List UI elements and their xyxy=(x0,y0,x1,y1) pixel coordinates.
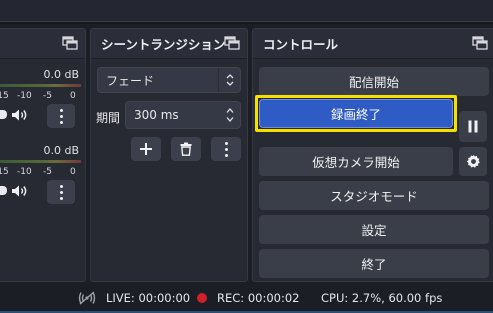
more-icon xyxy=(224,140,228,158)
status-bar: LIVE: 00:00:00 REC: 00:00:02 CPU: 2.7%, … xyxy=(0,284,493,313)
live-timer: LIVE: 00:00:00 xyxy=(106,291,191,305)
tick-label: 0 xyxy=(70,167,76,177)
tick-label: -5 xyxy=(43,167,52,177)
audio-mixer-dock: 0.0 dB -15 -10 -5 0 0.0 dB -15 -10 -5 0 xyxy=(0,28,86,282)
controls-title: コントロール xyxy=(253,29,493,59)
undock-icon[interactable] xyxy=(472,36,488,50)
duration-spinbox[interactable]: 300 ms xyxy=(125,101,241,129)
recording-dot-icon xyxy=(197,293,207,303)
stop-recording-button[interactable]: 録画終了 xyxy=(259,99,453,128)
transition-properties-button[interactable] xyxy=(211,137,241,161)
chevron-down-icon[interactable] xyxy=(225,116,235,123)
volume-meter xyxy=(0,84,81,87)
studio-mode-button[interactable]: スタジオモード xyxy=(259,181,489,210)
volume-db: 0.0 dB xyxy=(43,68,79,81)
duration-value: 300 ms xyxy=(134,108,179,122)
gear-icon xyxy=(466,154,480,168)
cpu-fps: CPU: 2.7%, 60.00 fps xyxy=(321,291,443,305)
undock-icon[interactable] xyxy=(62,36,78,50)
speaker-icon[interactable] xyxy=(11,184,29,198)
tick-label: -10 xyxy=(17,167,32,177)
updown-arrow-icon xyxy=(218,68,240,92)
speaker-icon[interactable] xyxy=(11,108,29,122)
virtual-camera-settings-button[interactable] xyxy=(459,147,487,176)
controls-dock: コントロール 配信開始 録画終了 仮想カメラ開始 スタジオモード 設定 終了 xyxy=(252,28,493,282)
settings-button[interactable]: 設定 xyxy=(259,215,489,244)
remove-transition-button[interactable] xyxy=(171,137,201,161)
duration-label: 期間 xyxy=(96,111,121,125)
undock-icon[interactable] xyxy=(224,36,240,50)
add-transition-button[interactable] xyxy=(131,137,161,161)
volume-slider[interactable] xyxy=(0,186,7,195)
transition-type-select[interactable]: フェード xyxy=(97,67,241,93)
tick-label: -15 xyxy=(0,91,9,101)
chevron-up-icon[interactable] xyxy=(225,107,235,114)
start-streaming-button[interactable]: 配信開始 xyxy=(259,67,489,96)
track-menu-button[interactable] xyxy=(47,104,75,128)
trash-icon xyxy=(180,142,192,156)
tick-label: 0 xyxy=(70,91,76,101)
pause-recording-button[interactable] xyxy=(459,111,487,142)
tick-label: -5 xyxy=(43,91,52,101)
scene-transitions-dock: シーントランジション フェード 期間 300 ms xyxy=(90,28,248,282)
top-panel-edge xyxy=(0,0,493,22)
volume-meter xyxy=(0,160,81,163)
top-strip xyxy=(0,0,493,24)
tick-label: -15 xyxy=(0,167,9,177)
volume-db: 0.0 dB xyxy=(43,144,79,157)
volume-slider[interactable] xyxy=(0,110,7,119)
tick-label: -10 xyxy=(17,91,32,101)
transition-type-value: フェード xyxy=(106,73,155,88)
start-virtual-camera-button[interactable]: 仮想カメラ開始 xyxy=(259,147,453,176)
pause-icon xyxy=(468,120,478,133)
stream-signal-icon xyxy=(78,290,96,309)
plus-icon xyxy=(140,143,152,155)
rec-timer: REC: 00:00:02 xyxy=(217,291,300,305)
exit-button[interactable]: 終了 xyxy=(259,249,489,278)
track-menu-button[interactable] xyxy=(47,180,75,204)
